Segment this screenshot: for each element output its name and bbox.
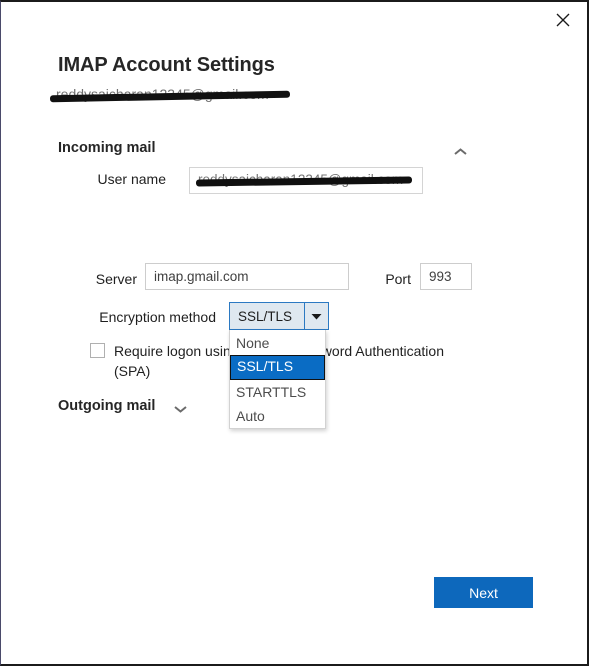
incoming-mail-collapse-toggle[interactable] xyxy=(445,141,475,163)
outgoing-mail-expand-toggle[interactable] xyxy=(169,400,191,418)
encryption-method-dropdown-list: None SSL/TLS STARTTLS Auto xyxy=(229,330,326,429)
username-label: User name xyxy=(97,171,166,187)
dropdown-option-starttls[interactable]: STARTTLS xyxy=(230,380,325,404)
port-input[interactable] xyxy=(420,263,472,290)
dropdown-option-auto[interactable]: Auto xyxy=(230,404,325,428)
chevron-down-icon xyxy=(173,400,187,418)
next-button[interactable]: Next xyxy=(434,577,533,608)
imap-account-settings-dialog: IMAP Account Settings reddysaicharan1234… xyxy=(0,0,589,666)
encryption-method-label: Encryption method xyxy=(99,309,216,325)
server-input[interactable] xyxy=(145,263,349,290)
dropdown-option-ssl-tls[interactable]: SSL/TLS xyxy=(230,355,325,380)
server-label: Server xyxy=(95,271,137,287)
chevron-down-icon[interactable] xyxy=(304,303,328,329)
encryption-method-selected-value: SSL/TLS xyxy=(238,308,293,324)
spa-checkbox[interactable] xyxy=(90,343,105,358)
close-icon xyxy=(556,13,570,27)
account-email: reddysaicharan12345@gmail.com xyxy=(49,86,291,106)
dropdown-option-none[interactable]: None xyxy=(230,331,325,355)
section-header-outgoing-mail[interactable]: Outgoing mail xyxy=(58,398,155,414)
encryption-method-select[interactable]: SSL/TLS xyxy=(229,302,329,330)
chevron-up-icon xyxy=(453,143,467,161)
close-button[interactable] xyxy=(541,4,585,36)
page-title: IMAP Account Settings xyxy=(58,54,275,76)
section-header-incoming-mail[interactable]: Incoming mail xyxy=(58,140,156,156)
port-label: Port xyxy=(385,271,411,287)
username-input[interactable]: reddysaicharan12345@gmail.com xyxy=(189,167,423,194)
